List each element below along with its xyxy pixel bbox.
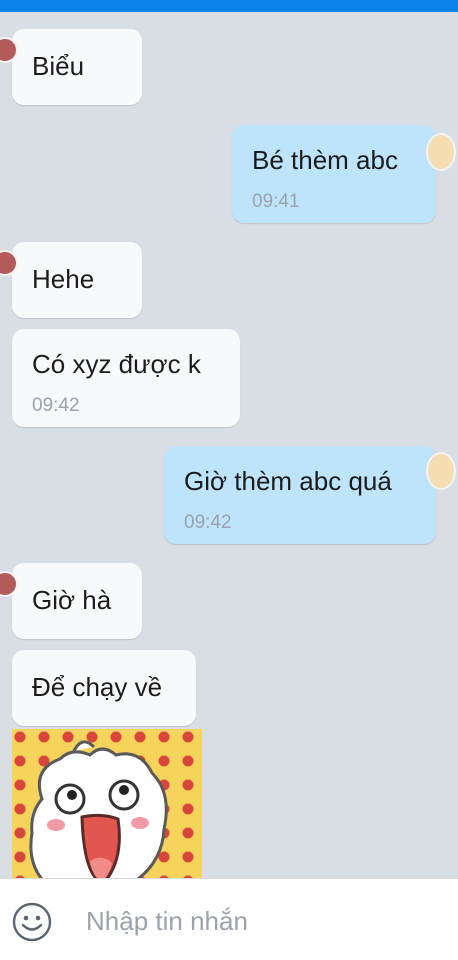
sender-avatar[interactable] [0, 571, 18, 597]
incoming-message[interactable]: Giờ hà [0, 563, 142, 639]
message-text: Hehe [32, 264, 95, 294]
message-list[interactable]: Biểu Bé thèm abc 09:41 Hehe Có xyz được … [0, 12, 458, 878]
message-text: Có xyz được k [32, 349, 201, 379]
outgoing-message[interactable]: Bé thèm abc 09:41 [232, 125, 456, 223]
incoming-message[interactable]: Có xyz được k 09:42 [12, 329, 240, 427]
outgoing-message[interactable]: Giờ thèm abc quá 09:42 [164, 446, 456, 544]
message-text: Để chạy về [32, 672, 163, 702]
own-avatar[interactable] [426, 133, 456, 171]
sender-avatar[interactable] [0, 250, 18, 276]
message-text: Bé thèm abc [252, 145, 398, 175]
incoming-message[interactable]: Biểu [0, 29, 142, 105]
status-bar [0, 0, 458, 12]
incoming-message[interactable]: Để chạy về [12, 650, 196, 726]
message-timestamp: 09:42 [32, 395, 80, 416]
incoming-message[interactable]: Hehe [0, 242, 142, 318]
smiley-face-icon[interactable] [12, 902, 52, 942]
message-composer [0, 878, 458, 960]
message-timestamp: 09:41 [252, 191, 300, 212]
own-avatar[interactable] [426, 452, 456, 490]
laughing-cartoon-face-icon [29, 740, 168, 878]
message-text: Giờ hà [32, 585, 112, 615]
sticker-image[interactable] [12, 729, 202, 878]
message-text: Giờ thèm abc quá [184, 466, 392, 496]
sender-avatar[interactable] [0, 37, 18, 63]
message-text: Biểu [32, 51, 85, 81]
message-timestamp: 09:42 [184, 512, 232, 533]
message-input[interactable] [86, 901, 426, 941]
